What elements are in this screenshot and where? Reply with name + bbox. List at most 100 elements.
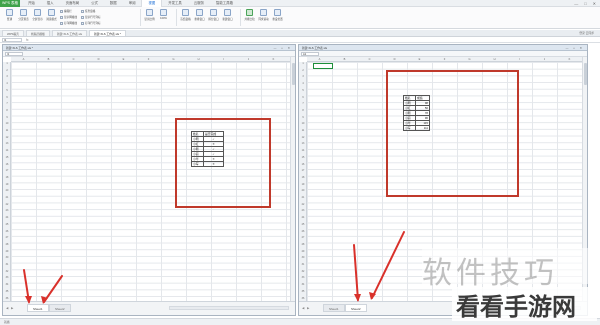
row-label[interactable]: 18 bbox=[3, 176, 11, 179]
menu-tab[interactable]: 视图 bbox=[141, 0, 163, 7]
row-label[interactable]: 26 bbox=[3, 230, 11, 233]
zoom-button[interactable]: 显示比例 bbox=[144, 9, 155, 21]
row-label[interactable]: 22 bbox=[3, 203, 11, 206]
row-label[interactable]: 16 bbox=[3, 163, 11, 166]
row-label[interactable]: 34 bbox=[299, 283, 307, 286]
row-label[interactable]: 17 bbox=[299, 169, 307, 172]
document-tab[interactable]: 新建 XLS 工作表.xls * bbox=[89, 30, 126, 36]
row-label[interactable]: 23 bbox=[299, 209, 307, 212]
sheet-nav-arrows[interactable]: ◀ ▶ bbox=[302, 306, 310, 310]
row-label[interactable]: 14 bbox=[299, 149, 307, 152]
row-label[interactable]: 31 bbox=[299, 263, 307, 266]
ribbon-checkbox[interactable]: 打印网格线 bbox=[60, 21, 77, 25]
row-label[interactable]: 35 bbox=[3, 290, 11, 293]
menu-tab[interactable]: 公式 bbox=[85, 0, 104, 7]
row-label[interactable]: 21 bbox=[299, 196, 307, 199]
minimize-icon[interactable]: — bbox=[574, 1, 578, 6]
row-label[interactable]: 19 bbox=[299, 183, 307, 186]
side-by-side-button[interactable]: 并排比较 bbox=[244, 9, 255, 21]
row-label[interactable]: 36 bbox=[3, 297, 11, 300]
sync-scroll-button[interactable]: 同步滚动 bbox=[258, 9, 269, 21]
row-label[interactable]: 26 bbox=[299, 230, 307, 233]
page-break-button[interactable]: 分页预览 bbox=[18, 9, 29, 21]
row-label[interactable]: 10 bbox=[299, 122, 307, 125]
row-label[interactable]: 29 bbox=[3, 250, 11, 253]
ribbon-checkbox[interactable]: 显示网格线 bbox=[60, 15, 77, 19]
menu-tab[interactable]: 智能工具箱 bbox=[210, 0, 239, 7]
row-label[interactable]: 13 bbox=[299, 142, 307, 145]
row-label[interactable]: 25 bbox=[299, 223, 307, 226]
row-label[interactable]: 12 bbox=[299, 136, 307, 139]
row-label[interactable]: 27 bbox=[299, 236, 307, 239]
row-label[interactable]: 5 bbox=[3, 89, 11, 92]
row-label[interactable]: 19 bbox=[3, 183, 11, 186]
row-label[interactable]: 32 bbox=[299, 270, 307, 273]
row-label[interactable]: 3 bbox=[299, 75, 307, 78]
row-label[interactable]: 35 bbox=[299, 290, 307, 293]
row-label[interactable]: 34 bbox=[3, 283, 11, 286]
row-label[interactable]: 4 bbox=[3, 82, 11, 85]
zoom-100-button[interactable]: 100% bbox=[158, 9, 169, 21]
menu-tab[interactable]: 插入 bbox=[41, 0, 60, 7]
row-label[interactable]: 27 bbox=[3, 236, 11, 239]
row-label[interactable]: 29 bbox=[299, 250, 307, 253]
pane-name-box[interactable]: I1 bbox=[5, 52, 23, 56]
row-label[interactable]: 24 bbox=[299, 216, 307, 219]
row-label[interactable]: 22 bbox=[299, 203, 307, 206]
normal-view-button[interactable]: 普通 bbox=[4, 9, 15, 21]
ribbon-checkbox[interactable]: 编辑栏 bbox=[60, 9, 77, 13]
row-label[interactable]: 6 bbox=[299, 96, 307, 99]
row-label[interactable]: 20 bbox=[3, 189, 11, 192]
row-label[interactable]: 5 bbox=[299, 89, 307, 92]
row-label[interactable]: 33 bbox=[299, 276, 307, 279]
row-label[interactable]: 7 bbox=[3, 102, 11, 105]
document-tab[interactable]: WPS稻壳 bbox=[2, 30, 24, 36]
document-tab[interactable]: 新建 XLS 工作表.xls bbox=[51, 30, 87, 36]
row-label[interactable]: 9 bbox=[3, 116, 11, 119]
row-label[interactable]: 18 bbox=[299, 176, 307, 179]
row-label[interactable]: 20 bbox=[299, 189, 307, 192]
freeze-button[interactable]: 冻结窗格 bbox=[180, 9, 191, 21]
name-box[interactable]: I1 bbox=[2, 38, 22, 42]
pane-name-box[interactable]: A1 bbox=[301, 52, 319, 56]
row-label[interactable]: 25 bbox=[3, 223, 11, 226]
row-label[interactable]: 21 bbox=[3, 196, 11, 199]
row-label[interactable]: 36 bbox=[299, 297, 307, 300]
row-label[interactable]: 13 bbox=[3, 142, 11, 145]
row-label[interactable]: 12 bbox=[3, 136, 11, 139]
reset-position-button[interactable]: 重设位置 bbox=[272, 9, 283, 21]
arrange-button[interactable]: 重排窗口 bbox=[194, 9, 205, 21]
ribbon-checkbox[interactable]: 显示行号列标 bbox=[80, 15, 101, 19]
row-label[interactable]: 10 bbox=[3, 122, 11, 125]
row-label[interactable]: 1 bbox=[3, 62, 11, 65]
split-button[interactable]: 拆分窗口 bbox=[208, 9, 219, 21]
row-label[interactable]: 1 bbox=[299, 62, 307, 65]
row-label[interactable]: 28 bbox=[299, 243, 307, 246]
sheet-tab-1[interactable]: Sheet1 bbox=[27, 304, 49, 312]
row-label[interactable]: 8 bbox=[3, 109, 11, 112]
reading-mode-button[interactable]: 阅读模式 bbox=[46, 9, 57, 21]
menu-tab[interactable]: 页面布局 bbox=[60, 0, 86, 7]
sheet-tab-2[interactable]: Sheet2 bbox=[49, 304, 71, 312]
vertical-scrollbar[interactable] bbox=[290, 57, 295, 301]
login-link[interactable]: 登录 云同步 bbox=[579, 31, 594, 35]
row-label[interactable]: 15 bbox=[3, 156, 11, 159]
fullscreen-button[interactable]: 全屏显示 bbox=[32, 9, 43, 21]
row-label[interactable]: 33 bbox=[3, 276, 11, 279]
close-icon[interactable]: ✕ bbox=[593, 1, 596, 6]
row-label[interactable]: 11 bbox=[299, 129, 307, 132]
row-label[interactable]: 32 bbox=[3, 270, 11, 273]
row-label[interactable]: 3 bbox=[3, 75, 11, 78]
row-label[interactable]: 11 bbox=[3, 129, 11, 132]
document-tab[interactable]: 找稻壳模板 bbox=[25, 30, 50, 36]
row-label[interactable]: 31 bbox=[3, 263, 11, 266]
ribbon-checkbox[interactable]: 任务窗格 bbox=[80, 9, 101, 13]
fx-icon[interactable]: fx bbox=[26, 37, 28, 43]
menu-tab[interactable]: 开发工具 bbox=[162, 0, 188, 7]
menu-tab[interactable]: 云服务 bbox=[188, 0, 210, 7]
row-label[interactable]: 6 bbox=[3, 96, 11, 99]
row-label[interactable]: 28 bbox=[3, 243, 11, 246]
selected-cell[interactable] bbox=[313, 63, 333, 69]
row-label[interactable]: 9 bbox=[299, 116, 307, 119]
new-window-button[interactable]: 新建窗口 bbox=[222, 9, 233, 21]
